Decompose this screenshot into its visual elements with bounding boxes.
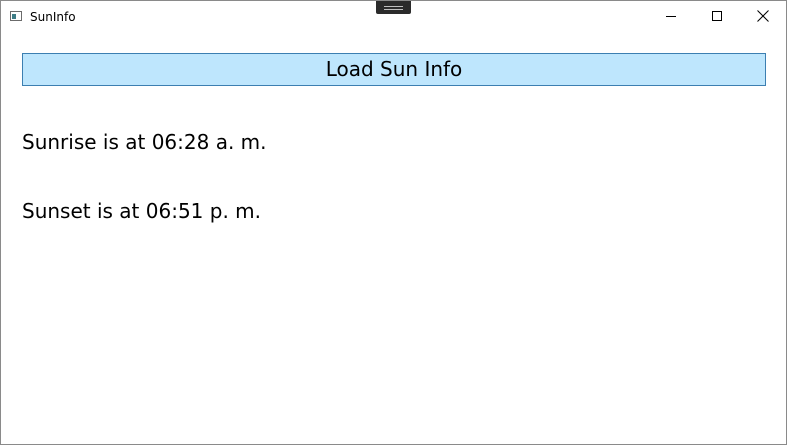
close-icon <box>757 10 769 22</box>
maximize-icon <box>712 11 722 21</box>
title-bar[interactable]: SunInfo <box>1 1 786 32</box>
maximize-button[interactable] <box>694 1 740 32</box>
minimize-icon <box>666 16 676 17</box>
close-button[interactable] <box>740 1 786 32</box>
app-window: SunInfo Load Sun Info Sunrise is at 06:2… <box>0 0 787 445</box>
load-sun-info-button[interactable]: Load Sun Info <box>22 53 766 86</box>
sunrise-text: Sunrise is at 06:28 a. m. <box>22 130 267 154</box>
window-icon <box>10 11 22 21</box>
sunset-text: Sunset is at 06:51 p. m. <box>22 199 262 223</box>
drag-handle[interactable] <box>376 1 411 14</box>
minimize-button[interactable] <box>648 1 694 32</box>
window-title: SunInfo <box>30 10 76 24</box>
